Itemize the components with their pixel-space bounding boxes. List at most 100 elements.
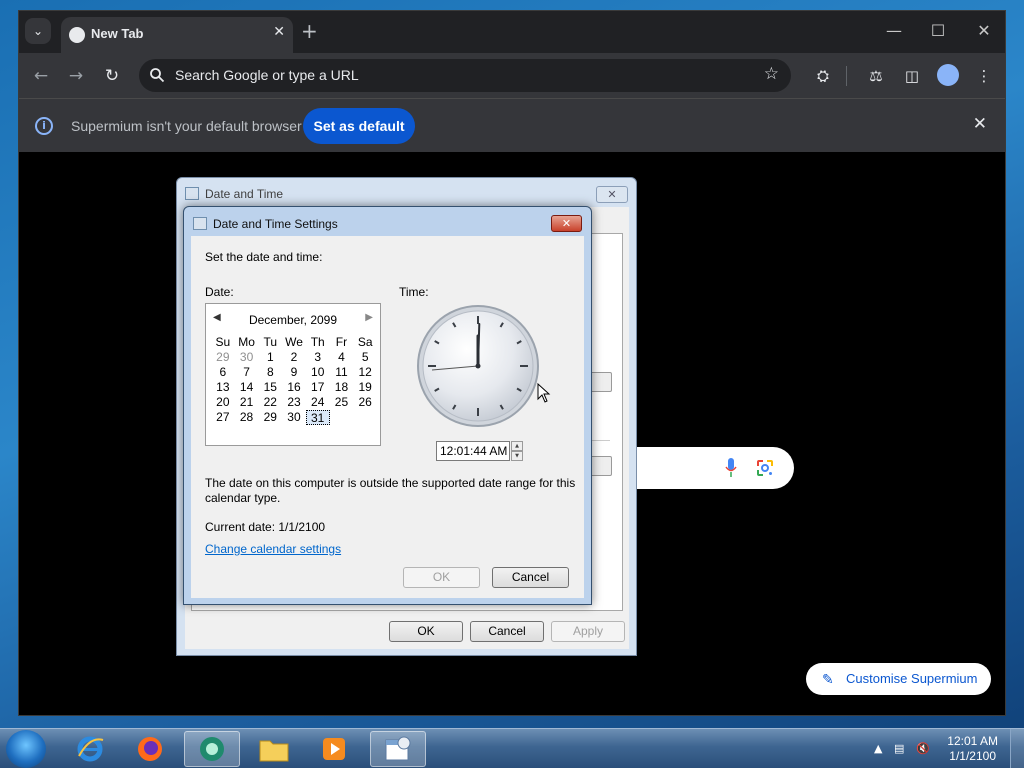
calendar-day[interactable]: 25 [330,395,354,410]
weekday-label: Su [215,335,231,349]
calendar-day[interactable]: 30 [282,410,306,425]
omnibox-placeholder: Search Google or type a URL [175,67,359,83]
change-date-time-button[interactable] [590,372,612,392]
start-button[interactable] [6,730,46,768]
taskbar-media-player[interactable] [306,731,362,767]
calendar-month-year[interactable]: December, 2099 [206,313,380,327]
set-as-default-button[interactable]: Set as default [303,108,415,144]
calendar-day[interactable]: 20 [211,395,235,410]
tab-favicon-icon [69,27,85,43]
media-player-icon [323,738,345,760]
omnibox[interactable]: Search Google or type a URL ☆ [139,59,791,92]
profile-avatar-icon[interactable] [937,64,959,86]
calendar-day[interactable]: 11 [330,365,354,380]
taskbar-internet-explorer[interactable] [62,731,118,767]
minimize-button[interactable]: — [879,21,909,41]
back-button[interactable]: ← [30,65,52,87]
next-month-arrow-icon[interactable]: ▶ [365,312,373,323]
calendar-day[interactable]: 26 [353,395,377,410]
calendar-day[interactable]: 10 [306,365,330,380]
calendar-day[interactable]: 19 [353,380,377,395]
time-spinner[interactable]: ▲ ▼ [511,441,523,461]
taskbar-firefox[interactable] [122,731,178,767]
bookmark-star-icon[interactable]: ☆ [764,64,779,84]
close-icon[interactable]: ✕ [551,215,582,232]
cancel-button[interactable]: Cancel [492,567,569,588]
current-date-text: Current date: 1/1/2100 [205,520,326,534]
time-input[interactable]: 12:01:44 AM [436,441,510,461]
calendar-day[interactable]: 3 [306,350,330,365]
calendar-day[interactable]: 8 [258,365,282,380]
tab-new-tab[interactable]: New Tab ✕ [61,17,293,53]
calendar-day[interactable]: 28 [235,410,259,425]
calendar-day[interactable]: 1 [258,350,282,365]
calendar-day[interactable]: 29 [258,410,282,425]
windows-taskbar: ▲ ▤ 🔇 12:01 AM 1/1/2100 [0,728,1024,768]
calendar-day-selected[interactable]: 31 [305,410,330,425]
taskbar-date-time[interactable] [370,731,426,767]
calendar-day[interactable]: 6 [211,365,235,380]
calendar-day[interactable]: 17 [306,380,330,395]
calendar-day[interactable]: 7 [235,365,259,380]
change-time-zone-button[interactable] [590,456,612,476]
tab-search-button[interactable]: ⌄ [25,18,51,44]
close-icon[interactable]: ✕ [596,186,628,203]
weekday-label: Mo [238,335,255,349]
close-window-button[interactable]: ✕ [969,21,999,41]
calendar-clock-icon [193,217,207,230]
range-warning-line1: The date on this computer is outside the… [205,476,576,490]
google-lens-icon[interactable] [756,459,774,477]
date-and-time-settings-dialog: Date and Time Settings ✕ Set the date an… [183,206,592,605]
calendar-day[interactable]: 4 [330,350,354,365]
show-hidden-icons-arrow-icon[interactable]: ▲ [874,742,890,756]
network-icon[interactable]: ▤ [894,742,910,756]
tab-close-icon[interactable]: ✕ [273,24,285,40]
dialog-title: Date and Time Settings [213,217,338,231]
apply-button[interactable]: Apply [551,621,625,642]
show-desktop-button[interactable] [1010,729,1024,768]
labs-flask-icon[interactable]: ⚖ [865,65,887,87]
date-label: Date: [205,285,234,299]
calendar-day[interactable]: 15 [258,380,282,395]
calendar-day[interactable]: 9 [282,365,306,380]
taskbar-supermium[interactable] [184,731,240,767]
month-calendar[interactable]: ◀ December, 2099 ▶ Su Mo Tu We Th Fr Sa … [205,303,381,446]
volume-muted-icon[interactable]: 🔇 [916,742,932,756]
microphone-icon[interactable] [725,458,737,478]
customise-supermium-button[interactable]: ✎ Customise Supermium [806,663,991,695]
tab-strip: ⌄ New Tab ✕ + — ☐ ✕ [19,11,1005,53]
infobar-message: Supermium isn't your default browser [71,118,302,134]
ok-button[interactable]: OK [403,567,480,588]
infobar-close-icon[interactable]: ✕ [973,114,987,134]
ok-button[interactable]: OK [389,621,463,642]
reload-button[interactable]: ↻ [101,65,123,87]
maximize-button[interactable]: ☐ [923,21,953,41]
taskbar-file-explorer[interactable] [246,731,302,767]
calendar-day[interactable]: 24 [306,395,330,410]
calendar-day[interactable]: 21 [235,395,259,410]
ntp-search-box[interactable] [629,447,794,489]
calendar-day[interactable]: 18 [330,380,354,395]
calendar-day[interactable]: 23 [282,395,306,410]
calendar-day[interactable]: 22 [258,395,282,410]
calendar-day[interactable]: 13 [211,380,235,395]
calendar-day[interactable]: 12 [353,365,377,380]
cancel-button[interactable]: Cancel [470,621,544,642]
calendar-day[interactable]: 2 [282,350,306,365]
new-tab-button[interactable]: + [301,19,318,43]
tray-clock[interactable]: 12:01 AM 1/1/2100 [947,734,998,764]
spin-down-arrow-icon[interactable]: ▼ [511,451,523,461]
calendar-day[interactable]: 5 [353,350,377,365]
extensions-icon[interactable]: ⛭ [812,65,834,87]
calendar-day[interactable]: 29 [211,350,235,365]
side-panel-icon[interactable]: ◫ [901,65,923,87]
menu-kebab-icon[interactable]: ⋮ [973,65,995,87]
spin-up-arrow-icon[interactable]: ▲ [511,441,523,451]
calendar-day[interactable]: 30 [235,350,259,365]
weekday-label: We [285,335,303,349]
forward-button[interactable]: → [65,65,87,87]
calendar-day[interactable]: 27 [211,410,235,425]
calendar-day[interactable]: 14 [235,380,259,395]
change-calendar-settings-link[interactable]: Change calendar settings [205,542,341,556]
calendar-day[interactable]: 16 [282,380,306,395]
